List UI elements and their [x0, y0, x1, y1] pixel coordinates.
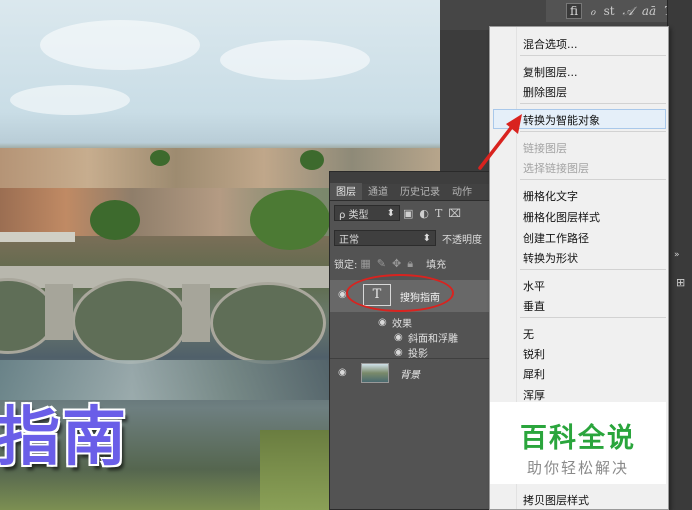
blend-mode-select[interactable]: 正常 ⬍ — [334, 230, 436, 246]
menu-separator — [520, 179, 666, 180]
tab-layers[interactable]: 图层 — [330, 183, 362, 200]
shape-filter-icon[interactable]: ⌧ — [448, 207, 461, 220]
bridge-pillar — [182, 284, 210, 342]
far-bridge — [0, 232, 75, 242]
layer-name[interactable]: 背景 — [400, 366, 420, 381]
menu-separator — [520, 103, 666, 104]
canvas-title-text: 指南 — [0, 401, 128, 475]
tab-actions[interactable]: 动作 — [446, 183, 478, 200]
menu-item-select-linked-layers: 选择链接图层 — [523, 162, 589, 175]
tree — [90, 200, 140, 240]
menu-item-anti-alias-none[interactable]: 无 — [523, 326, 534, 342]
filter-kind-label: ρ 类型 — [339, 209, 369, 221]
tree — [250, 190, 330, 250]
menu-item-rasterize-type[interactable]: 栅格化文字 — [523, 188, 578, 204]
lock-paint-icon[interactable]: ✎ — [377, 257, 386, 270]
menu-separator — [520, 131, 666, 132]
bevel-eye-icon[interactable]: ◉ — [394, 332, 403, 343]
panel-icon[interactable]: ⊞ — [676, 276, 685, 289]
menu-item-link-layers: 链接图层 — [523, 142, 567, 155]
menu-item-convert-smart-object[interactable]: 转换为智能对象 — [523, 112, 600, 128]
expand-icon[interactable]: » — [674, 250, 680, 260]
background-thumbnail — [361, 363, 389, 383]
stylistic-alternates-button[interactable]: st — [604, 4, 615, 18]
opacity-label: 不透明度 — [442, 234, 482, 246]
chevron-down-icon: ⬍ — [422, 232, 431, 244]
layer-row-background[interactable]: ◉ 背景 — [330, 358, 498, 387]
panel-tabs: 图层 通道 历史记录 动作 — [330, 183, 498, 201]
fill-label: 填充 — [426, 260, 447, 271]
bridge-arch — [72, 278, 188, 364]
lock-position-icon[interactable]: ✥ — [392, 257, 401, 270]
chevron-down-icon: ⬍ — [386, 207, 395, 219]
menu-item-convert-to-shape[interactable]: 转换为形状 — [523, 250, 578, 266]
menu-item-vertical[interactable]: 垂直 — [523, 298, 545, 314]
bridge-arch — [210, 282, 326, 364]
menu-item-copy-layer-style[interactable]: 拷贝图层样式 — [523, 492, 589, 508]
menu-separator — [520, 269, 666, 270]
titling-alternates-button[interactable]: aā — [642, 4, 656, 18]
type-filter-icon[interactable]: T — [435, 207, 442, 220]
shadow-eye-icon[interactable]: ◉ — [394, 347, 403, 358]
menu-item-anti-alias-strong[interactable]: 浑厚 — [523, 387, 545, 403]
blend-mode-value: 正常 — [339, 234, 359, 246]
menu-item-duplicate-layer[interactable]: 复制图层... — [523, 64, 578, 80]
swash-button[interactable]: 𝒜 — [623, 4, 634, 19]
menu-item-blending-options[interactable]: 混合选项... — [523, 36, 578, 52]
menu-separator — [520, 55, 666, 56]
menu-separator — [520, 317, 666, 318]
menu-item-rasterize-layer-style[interactable]: 栅格化图层样式 — [523, 209, 600, 225]
tree — [300, 150, 324, 170]
menu-item-create-work-path[interactable]: 创建工作路径 — [523, 230, 589, 246]
lock-label: 锁定: — [334, 260, 358, 271]
menu-item-horizontal[interactable]: 水平 — [523, 278, 545, 294]
effects-eye-icon[interactable]: ◉ — [378, 317, 387, 328]
cloud — [220, 40, 370, 80]
watermark-title: 百科全说 — [520, 423, 636, 454]
menu-item-anti-alias-sharp[interactable]: 锐利 — [523, 346, 545, 362]
effects-label: 效果 — [392, 319, 412, 330]
layers-panel: 图层 通道 历史记录 动作 ρ 类型 ⬍ ▣ ◐ T ⌧ 正常 ⬍ 不透明度 锁… — [329, 171, 499, 510]
menu-item-anti-alias-crisp[interactable]: 犀利 — [523, 366, 545, 382]
image-filter-icon[interactable]: ▣ — [403, 207, 413, 220]
bridge-pillar — [45, 284, 73, 340]
menu-item-delete-layer[interactable]: 删除图层 — [523, 84, 567, 100]
tree — [150, 150, 170, 166]
discretionary-ligature-button[interactable]: ℴ — [590, 4, 596, 18]
cloud — [10, 85, 130, 115]
lock-transparent-icon[interactable]: ▦ — [360, 257, 370, 270]
ligature-button[interactable]: fi — [566, 3, 583, 19]
tab-channels[interactable]: 通道 — [362, 183, 394, 200]
red-annotation-ellipse — [346, 274, 454, 312]
right-dock: » ⊞ — [667, 0, 692, 510]
watermark: 百科全说 助你轻松解决 — [490, 402, 666, 484]
watermark-subtitle: 助你轻松解决 — [526, 459, 629, 477]
adjustment-filter-icon[interactable]: ◐ — [419, 207, 429, 220]
blend-row: 正常 ⬍ 不透明度 — [330, 230, 498, 246]
red-arrow-annotation — [478, 114, 522, 170]
filter-kind-select[interactable]: ρ 类型 ⬍ — [334, 205, 400, 221]
lock-all-icon[interactable]: 🔒︎ — [407, 257, 413, 271]
filter-row: ρ 类型 ⬍ ▣ ◐ T ⌧ — [330, 205, 498, 221]
lock-row: 锁定: ▦ ✎ ✥ 🔒︎ 填充 — [330, 256, 498, 272]
tab-history[interactable]: 历史记录 — [394, 183, 446, 200]
effect-bevel-emboss[interactable]: 斜面和浮雕 — [408, 330, 458, 345]
visibility-eye-icon[interactable]: ◉ — [338, 367, 347, 378]
cloud — [40, 20, 200, 70]
